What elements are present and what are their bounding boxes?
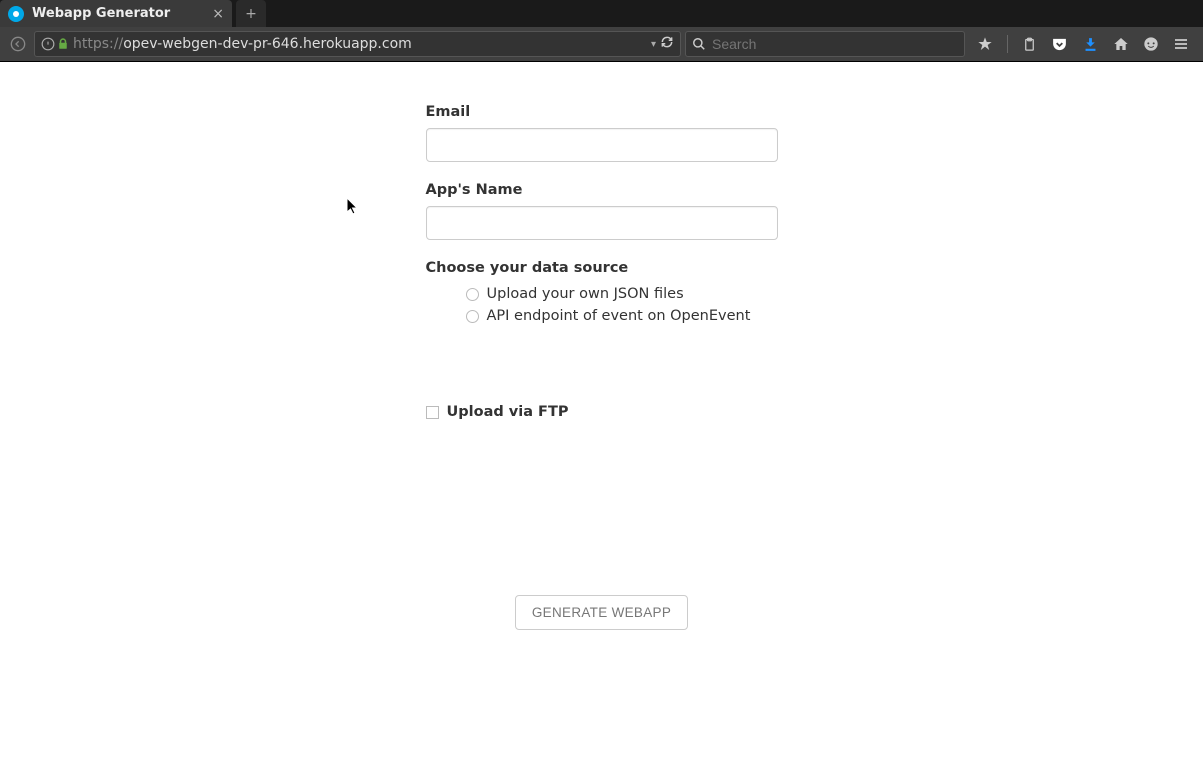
clipboard-icon[interactable] (1022, 37, 1037, 52)
page-content: Email App's Name Choose your data source… (0, 62, 1203, 782)
search-bar[interactable] (685, 31, 965, 57)
email-label: Email (426, 104, 778, 120)
generate-webapp-button[interactable]: GENERATE WEBAPP (515, 595, 688, 630)
tab-favicon-icon (8, 6, 24, 22)
form-container: Email App's Name Choose your data source… (426, 62, 778, 630)
ftp-checkbox[interactable] (426, 406, 439, 419)
datasource-label: Choose your data source (426, 260, 778, 276)
email-field-group: Email (426, 104, 778, 162)
browser-tab-active[interactable]: Webapp Generator × (0, 0, 232, 27)
radio-api-endpoint-label: API endpoint of event on OpenEvent (487, 308, 751, 324)
bookmark-star-icon[interactable] (977, 36, 993, 52)
close-tab-icon[interactable]: × (212, 6, 224, 22)
radio-upload-json[interactable] (466, 288, 479, 301)
radio-api-endpoint[interactable] (466, 310, 479, 323)
tab-strip: Webapp Generator × + (0, 0, 1203, 27)
appname-label: App's Name (426, 182, 778, 198)
search-input[interactable] (712, 36, 958, 52)
url-dropdown-icon[interactable]: ▾ (651, 39, 656, 50)
datasource-radio-group: Upload your own JSON files API endpoint … (426, 286, 778, 324)
radio-api-endpoint-row[interactable]: API endpoint of event on OpenEvent (466, 308, 778, 324)
appname-input[interactable] (426, 206, 778, 240)
pocket-icon[interactable] (1051, 36, 1068, 53)
tab-title: Webapp Generator (32, 6, 206, 21)
new-tab-button[interactable]: + (236, 0, 266, 27)
reload-button[interactable] (660, 35, 674, 53)
downloads-icon[interactable] (1082, 36, 1099, 53)
email-input[interactable] (426, 128, 778, 162)
appname-field-group: App's Name (426, 182, 778, 240)
navigation-bar: https://opev-webgen-dev-pr-646.herokuapp… (0, 27, 1203, 62)
ftp-checkbox-row[interactable]: Upload via FTP (426, 404, 778, 420)
back-button[interactable] (6, 32, 30, 56)
mouse-cursor-icon (346, 197, 360, 221)
generate-button-wrap: GENERATE WEBAPP (426, 595, 778, 630)
ftp-label: Upload via FTP (447, 404, 569, 420)
datasource-field-group: Choose your data source Upload your own … (426, 260, 778, 324)
home-icon[interactable] (1113, 36, 1129, 52)
radio-upload-json-label: Upload your own JSON files (487, 286, 684, 302)
toolbar-divider (1007, 35, 1008, 53)
chat-icon[interactable] (1143, 36, 1159, 52)
toolbar-icons (969, 35, 1197, 53)
radio-upload-json-row[interactable]: Upload your own JSON files (466, 286, 778, 302)
menu-icon[interactable] (1173, 36, 1189, 52)
url-text: https://opev-webgen-dev-pr-646.herokuapp… (73, 36, 647, 52)
search-icon (692, 37, 706, 51)
security-info-icon[interactable] (41, 37, 69, 51)
address-bar[interactable]: https://opev-webgen-dev-pr-646.herokuapp… (34, 31, 681, 57)
